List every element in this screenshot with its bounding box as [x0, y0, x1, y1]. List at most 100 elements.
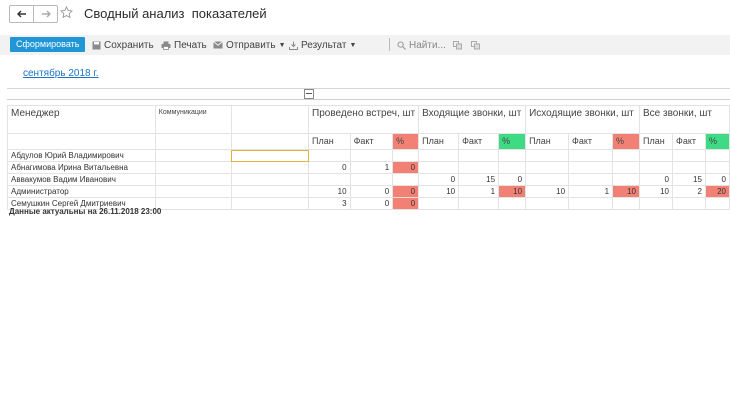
manager-header: Менеджер: [7, 105, 156, 134]
metric-cell[interactable]: [418, 161, 460, 174]
metric-cell[interactable]: [704, 149, 730, 162]
communications-cell[interactable]: [230, 197, 310, 210]
metric-cell[interactable]: [639, 197, 673, 210]
collapse-group-icon[interactable]: [304, 89, 314, 99]
communications-cell[interactable]: [154, 161, 232, 174]
result-button[interactable]: Результат ▼: [289, 38, 356, 52]
metric-cell[interactable]: 10: [525, 185, 570, 198]
metric-cell[interactable]: [612, 197, 641, 210]
communications-cell[interactable]: [230, 173, 310, 186]
communications-cell[interactable]: [230, 149, 310, 162]
metric-cell[interactable]: [498, 149, 527, 162]
forward-button[interactable]: [33, 6, 57, 22]
metric-cell[interactable]: [568, 197, 614, 210]
find-button[interactable]: Найти...: [397, 38, 446, 52]
manager-name-cell[interactable]: Аввакумов Вадим Иванович: [7, 173, 156, 186]
metric-cell[interactable]: 10: [418, 185, 460, 198]
metric-cell[interactable]: [704, 197, 730, 210]
metric-cell[interactable]: [671, 197, 706, 210]
manager-name-cell[interactable]: Абнагимова Ирина Витальевна: [7, 161, 156, 174]
toolbar-separator: [389, 38, 390, 51]
back-button[interactable]: [10, 6, 33, 22]
metric-cell[interactable]: [612, 161, 641, 174]
metric-cell[interactable]: [458, 161, 500, 174]
metric-cell[interactable]: 0: [392, 185, 420, 198]
cancel-search-button[interactable]: [471, 38, 484, 52]
table-row[interactable]: Аввакумов Вадим Иванович 0 15 0 0 15 0: [7, 173, 730, 186]
metric-cell[interactable]: 0: [349, 185, 394, 198]
metric-cell[interactable]: [498, 197, 527, 210]
metric-cell[interactable]: [525, 197, 570, 210]
group-header-outgoing-calls: Исходящие звонки, шт: [525, 105, 641, 134]
find-label: Найти...: [409, 39, 446, 51]
generate-button[interactable]: Сформировать: [10, 37, 86, 52]
metric-cell[interactable]: 15: [458, 173, 500, 186]
metric-cell[interactable]: [568, 173, 614, 186]
metric-cell[interactable]: 10: [612, 185, 641, 198]
print-label: Печать: [174, 39, 207, 51]
metric-cell[interactable]: [525, 161, 570, 174]
metric-cell[interactable]: [308, 149, 351, 162]
subheader-fact: Факт: [349, 133, 394, 150]
metric-cell[interactable]: 0: [392, 161, 420, 174]
table-row[interactable]: Абнагимова Ирина Витальевна 0 1 0: [7, 161, 730, 174]
metric-cell[interactable]: 0: [308, 161, 351, 174]
communications-cell[interactable]: [154, 173, 232, 186]
metric-cell[interactable]: 1: [349, 161, 394, 174]
manager-name-cell[interactable]: Администратор: [7, 185, 156, 198]
metric-cell[interactable]: [704, 161, 730, 174]
metric-cell[interactable]: [525, 173, 570, 186]
metric-cell[interactable]: 0: [498, 173, 527, 186]
metric-cell[interactable]: [418, 149, 460, 162]
metric-cell[interactable]: 0: [392, 197, 420, 210]
metric-cell[interactable]: [639, 149, 673, 162]
send-button[interactable]: Отправить ▼: [213, 38, 286, 52]
find-next-button[interactable]: [453, 38, 466, 52]
print-button[interactable]: Печать: [161, 38, 207, 52]
metric-cell[interactable]: 1: [568, 185, 614, 198]
metric-cell[interactable]: 15: [671, 173, 706, 186]
metric-cell[interactable]: [458, 149, 500, 162]
metric-cell[interactable]: 0: [639, 173, 673, 186]
metric-cell[interactable]: [458, 197, 500, 210]
subheader-pct: %: [704, 133, 730, 150]
communications-cell[interactable]: [154, 149, 232, 162]
communications-cell[interactable]: [230, 161, 310, 174]
metric-cell[interactable]: [568, 149, 614, 162]
metric-cell[interactable]: [349, 173, 394, 186]
metric-cell[interactable]: 0: [418, 173, 460, 186]
metric-cell[interactable]: 10: [498, 185, 527, 198]
communications-cell[interactable]: [230, 185, 310, 198]
favorite-star-icon[interactable]: [59, 5, 74, 24]
metric-cell[interactable]: [568, 161, 614, 174]
subheader-pct: %: [612, 133, 641, 150]
period-link[interactable]: сентябрь 2018 г.: [23, 68, 99, 79]
metric-cell[interactable]: [392, 149, 420, 162]
metric-cell[interactable]: [392, 173, 420, 186]
metric-cell[interactable]: [308, 173, 351, 186]
metric-cell[interactable]: 20: [704, 185, 730, 198]
chevron-down-icon: ▼: [278, 41, 286, 49]
metric-cell[interactable]: [612, 149, 641, 162]
save-button[interactable]: Сохранить: [92, 38, 154, 52]
table-row[interactable]: Администратор 10 0 0 10 1 10 10 1 10 10 2 20: [7, 185, 730, 198]
metric-cell[interactable]: 0: [349, 197, 394, 210]
metric-cell[interactable]: [671, 161, 706, 174]
manager-name-cell[interactable]: Абдулов Юрий Владимирович: [7, 149, 156, 162]
metric-cell[interactable]: [498, 161, 527, 174]
metric-cell[interactable]: 0: [704, 173, 730, 186]
metric-cell[interactable]: [612, 173, 641, 186]
metric-cell[interactable]: 10: [639, 185, 673, 198]
metric-cell[interactable]: 1: [458, 185, 500, 198]
communications-cell[interactable]: [154, 185, 232, 198]
table-row[interactable]: Абдулов Юрий Владимирович: [7, 149, 730, 162]
metric-cell[interactable]: [349, 149, 394, 162]
metric-cell[interactable]: [525, 149, 570, 162]
communications-cell[interactable]: [154, 197, 232, 210]
metric-cell[interactable]: 2: [671, 185, 706, 198]
metric-cell[interactable]: [418, 197, 460, 210]
metric-cell[interactable]: 10: [308, 185, 351, 198]
metric-cell[interactable]: [671, 149, 706, 162]
metric-cell[interactable]: 3: [308, 197, 351, 210]
metric-cell[interactable]: [639, 161, 673, 174]
